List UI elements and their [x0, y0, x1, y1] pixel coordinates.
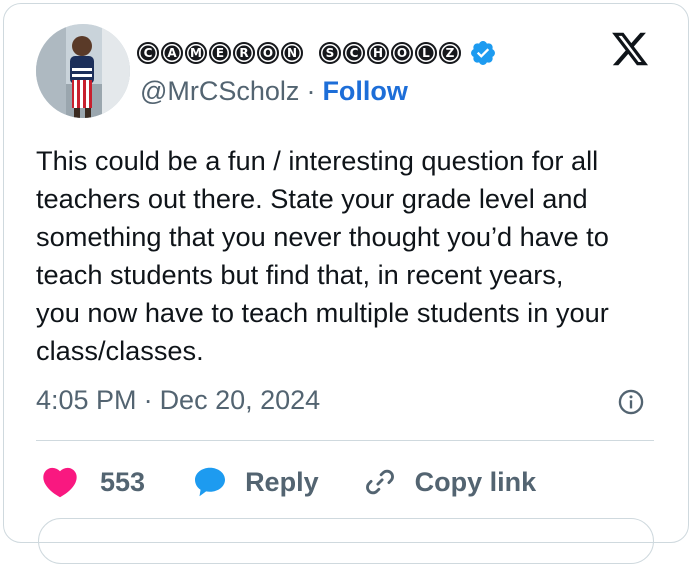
name-letter: A [161, 42, 183, 64]
info-icon[interactable] [617, 388, 645, 416]
avatar-photo [36, 24, 130, 118]
tweet-line: something that you never thought you’d h… [36, 221, 609, 252]
reply-label: Reply [245, 466, 319, 497]
separator-dot: · [306, 76, 316, 106]
follow-button[interactable]: Follow [322, 76, 407, 107]
display-name[interactable]: C A M E R O N S C H O L Z [137, 38, 497, 68]
action-bar: 553 Reply Copy link [40, 460, 536, 504]
tweet-line: teach students but find that, in recent … [36, 259, 564, 290]
name-letter: E [209, 42, 231, 64]
timestamp[interactable]: 4:05 PM · Dec 20, 2024 [36, 385, 320, 416]
read-replies-button[interactable] [38, 518, 654, 564]
name-letter: C [137, 42, 159, 64]
name-letter: R [233, 42, 255, 64]
tweet-text: This could be a fun / interesting questi… [36, 142, 666, 370]
reply-button[interactable]: Reply [191, 464, 363, 500]
tweet-line: teachers out there. State your grade lev… [36, 183, 588, 214]
post-time: 4:05 PM [36, 385, 137, 415]
name-letter: N [281, 42, 303, 64]
name-letter: S [319, 42, 341, 64]
x-logo-icon[interactable] [608, 29, 652, 69]
name-letter: Z [439, 42, 461, 64]
name-letter: H [367, 42, 389, 64]
name-letter: C [343, 42, 365, 64]
separator-dot: · [143, 385, 153, 415]
name-letter: L [415, 42, 437, 64]
post-date: Dec 20, 2024 [159, 385, 321, 415]
handle-row: @MrCScholz · Follow [140, 76, 408, 107]
name-letter: M [185, 42, 207, 64]
verified-badge-icon [471, 41, 495, 65]
speech-bubble-icon [195, 467, 226, 497]
like-button[interactable]: 553 [40, 462, 191, 502]
tweet-line: class/classes. [36, 335, 204, 366]
tweet-line: This could be a fun / interesting questi… [36, 145, 599, 176]
tweet-card: C A M E R O N S C H O L Z @MrCScholz · F… [3, 3, 689, 564]
link-icon [365, 469, 394, 495]
copy-link-label: Copy link [414, 466, 537, 497]
author-handle[interactable]: @MrCScholz [140, 76, 299, 107]
avatar[interactable] [36, 24, 130, 118]
heart-icon [43, 467, 77, 498]
like-count: 553 [100, 466, 146, 497]
name-letter: O [391, 42, 413, 64]
name-letter: O [257, 42, 279, 64]
tweet-line: you now have to teach multiple students … [36, 297, 609, 328]
copy-link-button[interactable]: Copy link [363, 465, 537, 499]
divider [36, 440, 654, 441]
